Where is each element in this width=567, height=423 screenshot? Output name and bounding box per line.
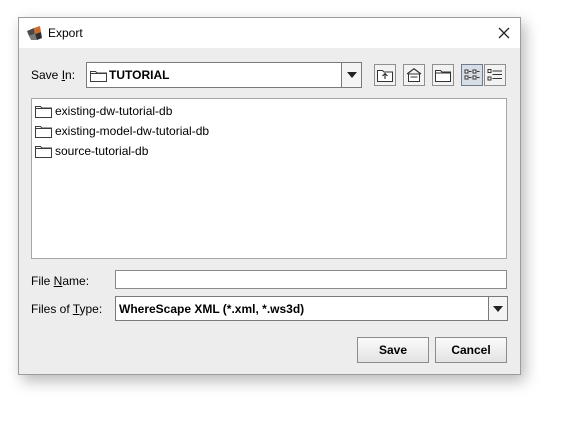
close-button[interactable] <box>494 23 514 43</box>
export-dialog: Export Save In: TUTORIAL existing-dw-tut… <box>18 17 521 375</box>
file-type-label: Files of Type: <box>31 302 103 316</box>
folder-icon <box>35 125 52 141</box>
file-name-field[interactable] <box>115 270 507 289</box>
chevron-down-icon <box>346 72 357 78</box>
save-in-combo[interactable]: TUTORIAL <box>86 62 362 88</box>
home-button[interactable] <box>403 64 425 86</box>
list-view-toggle[interactable] <box>461 64 483 86</box>
list-view-icon <box>464 69 480 80</box>
folder-icon <box>35 105 52 121</box>
cancel-button[interactable]: Cancel <box>435 337 507 363</box>
file-name-label: File Name: <box>31 274 90 288</box>
details-view-icon <box>487 69 502 81</box>
home-icon <box>406 68 422 82</box>
save-in-value: TUTORIAL <box>109 68 170 82</box>
up-one-level-button[interactable] <box>374 64 396 86</box>
save-in-dropdown-button[interactable] <box>341 62 362 88</box>
file-type-combo[interactable]: WhereScape XML (*.xml, *.ws3d) <box>115 296 489 321</box>
list-item-label: existing-dw-tutorial-db <box>55 104 173 118</box>
file-type-value: WhereScape XML (*.xml, *.ws3d) <box>119 302 305 316</box>
folder-up-icon <box>377 70 393 82</box>
details-view-toggle[interactable] <box>484 64 506 86</box>
save-in-label: Save In: <box>31 68 76 82</box>
save-button[interactable]: Save <box>357 337 429 363</box>
list-item-label: existing-model-dw-tutorial-db <box>55 124 210 138</box>
close-icon <box>498 27 510 39</box>
title-bar[interactable]: Export <box>19 18 520 48</box>
window-title: Export <box>48 26 83 40</box>
new-folder-button[interactable] <box>432 64 454 86</box>
list-item-label: source-tutorial-db <box>55 144 149 158</box>
folder-icon <box>35 145 52 161</box>
wherescape-icon <box>26 25 44 41</box>
chevron-down-icon <box>493 306 503 312</box>
file-type-dropdown-button[interactable] <box>488 296 508 321</box>
new-folder-icon <box>435 70 451 82</box>
file-list[interactable]: existing-dw-tutorial-db existing-model-d… <box>31 98 507 259</box>
folder-icon <box>90 69 107 85</box>
